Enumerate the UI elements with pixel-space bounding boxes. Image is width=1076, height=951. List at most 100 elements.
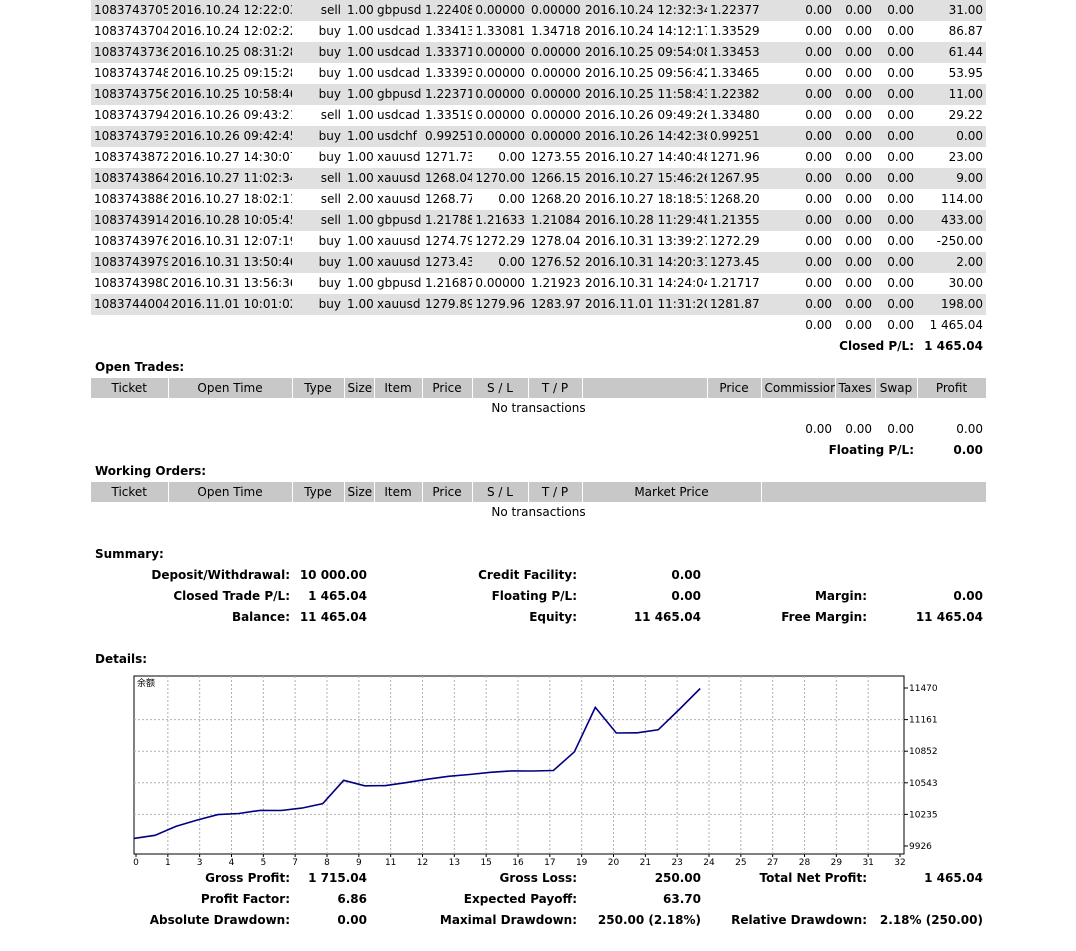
cell-type: buy (292, 84, 344, 105)
cell-price: 1.22371 (422, 84, 472, 105)
profit-factor-label: Profit Factor: (200, 892, 290, 906)
cell-close-price: 1.22382 (707, 84, 761, 105)
cell-commission: 0.00 (761, 294, 835, 315)
cell-profit: 0.00 (917, 126, 986, 147)
cell-taxes: 0.00 (835, 126, 875, 147)
chart-x-tick-label: 8 (324, 858, 330, 868)
table-row: 1083743704 2016.10.24 12:02:22 buy 1.00 usdc… (91, 21, 986, 42)
cell-commission: 0.00 (761, 210, 835, 231)
cell-size: 1.00 (344, 42, 374, 63)
cell-taxes: 0.00 (845, 276, 872, 290)
equity-label: Equity: (529, 610, 577, 624)
cell-tp: 1283.97 (528, 294, 582, 315)
cell-sl: 1279.96 (472, 294, 528, 315)
cell-close-time: 2016.10.26 09:49:26 (585, 108, 707, 122)
chart-x-tick-label: 7 (292, 858, 298, 868)
cell-sl: 0.00 (498, 192, 525, 206)
cell-type: buy (318, 24, 341, 38)
cell-item: usdcad (377, 24, 421, 38)
absolute-drawdown-value: 0.00 (337, 913, 367, 927)
cell-swap: 0.00 (875, 168, 917, 189)
chart-x-tick-label: 11 (385, 858, 396, 868)
cell-close-price: 1267.95 (707, 168, 761, 189)
cell-close-price: 1.22377 (707, 0, 761, 21)
cell-sl: 1270.00 (472, 168, 528, 189)
cell-sl: 0.00000 (475, 66, 525, 80)
cell-close-time: 2016.10.28 11:29:48 (582, 210, 707, 231)
net-profit-label: Total Net Profit: (759, 871, 867, 885)
chart-x-tick-label: 24 (703, 858, 715, 868)
col-taxes: Taxes (835, 378, 876, 398)
cell-profit: 114.00 (941, 192, 983, 206)
col-blank (582, 378, 708, 398)
summary-table: Deposit/Withdrawal: 10 000.00 Credit Fac… (91, 565, 986, 628)
floating-pl-row: Floating P/L: 0.00 (91, 440, 986, 461)
chart-y-tick-label: 10235 (909, 810, 938, 820)
cell-ticket: 1083743976 (94, 234, 168, 248)
cell-swap: 0.00 (875, 84, 917, 105)
working-orders-empty: No transactions (491, 505, 586, 519)
relative-drawdown-label: Relative Drawdown: (731, 913, 867, 927)
cell-commission: 0.00 (805, 108, 832, 122)
cell-profit: 29.22 (948, 108, 983, 122)
cell-close-time: 2016.10.31 14:24:04 (585, 276, 707, 290)
floating-pl-label: Floating P/L: (828, 443, 914, 457)
cell-sl: 0.00 (472, 252, 528, 273)
cell-taxes: 0.00 (845, 150, 872, 164)
cell-type: buy (292, 126, 344, 147)
wo-col-price: Price (422, 482, 473, 502)
working-orders-table: Ticket Open Time Type Size Item Price S … (91, 482, 987, 523)
cell-profit: 433.00 (917, 210, 986, 231)
chart-x-tick-label: 27 (767, 858, 778, 868)
cell-open-time: 2016.10.25 09:15:28 (171, 66, 292, 80)
cell-item: xauusd (374, 252, 422, 273)
closed-totals-row: 0.00 0.00 0.00 1 465.04 (91, 315, 986, 336)
cell-tp: 0.00000 (528, 0, 582, 21)
open-swap-total: 0.00 (887, 422, 914, 436)
cell-taxes: 0.00 (835, 168, 875, 189)
cell-type: buy (292, 252, 344, 273)
chart-x-tick-label: 20 (608, 858, 620, 868)
balance-chart-container: 11470 11161 10852 10543 10235 9926 0 1 3 4 5 7 8 9 11 1… (91, 670, 986, 868)
closed-trade-pl-label: Closed Trade P/L: (173, 589, 290, 603)
cell-tp: 0.00000 (531, 66, 581, 80)
cell-open-time: 2016.10.27 11:02:34 (168, 168, 292, 189)
cell-profit: 11.00 (917, 84, 986, 105)
cell-commission: 0.00 (805, 66, 832, 80)
cell-swap: 0.00 (887, 66, 914, 80)
chart-x-tick-label: 15 (480, 858, 491, 868)
balance-value: 11 465.04 (299, 610, 367, 624)
chart-x-tick-label: 1 (165, 858, 171, 868)
wo-col-item: Item (374, 482, 423, 502)
cell-size: 1.00 (347, 108, 374, 122)
cell-price: 1.33413 (425, 24, 472, 38)
maximal-drawdown-value: 250.00 (2.18%) (597, 913, 701, 927)
summary-title: Summary: (95, 547, 164, 561)
table-row: 1083743794 2016.10.26 09:43:21 sell 1.00 usd… (91, 105, 986, 126)
open-taxes-total: 0.00 (845, 422, 872, 436)
cell-price: 1279.89 (422, 294, 472, 315)
cell-swap: 0.00 (887, 108, 914, 122)
cell-taxes: 0.00 (845, 66, 872, 80)
col-commission: Commission (761, 378, 836, 398)
chart-x-tick-label: 32 (894, 858, 905, 868)
cell-size: 1.00 (347, 150, 374, 164)
cell-profit: 23.00 (948, 150, 983, 164)
cell-close-time: 2016.10.25 09:56:42 (585, 66, 707, 80)
table-row: 1083743748 2016.10.25 09:15:28 buy 1.00 usdc… (91, 63, 986, 84)
chart-y-tick-label: 11470 (909, 684, 938, 694)
cell-open-time: 2016.10.25 10:58:46 (168, 84, 292, 105)
cell-close-time: 2016.10.24 14:12:17 (585, 24, 707, 38)
cell-close-time: 2016.10.24 12:32:34 (582, 0, 707, 21)
cell-taxes: 0.00 (835, 84, 875, 105)
gross-loss-value: 250.00 (654, 871, 701, 885)
wo-col-ticket: Ticket (91, 482, 169, 502)
cell-taxes: 0.00 (845, 24, 872, 38)
cell-size: 1.00 (344, 294, 374, 315)
cell-item: gbpusd (377, 276, 422, 290)
cell-commission: 0.00 (761, 42, 835, 63)
closed-swap-total: 0.00 (887, 318, 914, 332)
cell-type: buy (318, 276, 341, 290)
open-trades-title: Open Trades: (95, 360, 185, 374)
chart-x-tick-label: 4 (229, 858, 235, 868)
